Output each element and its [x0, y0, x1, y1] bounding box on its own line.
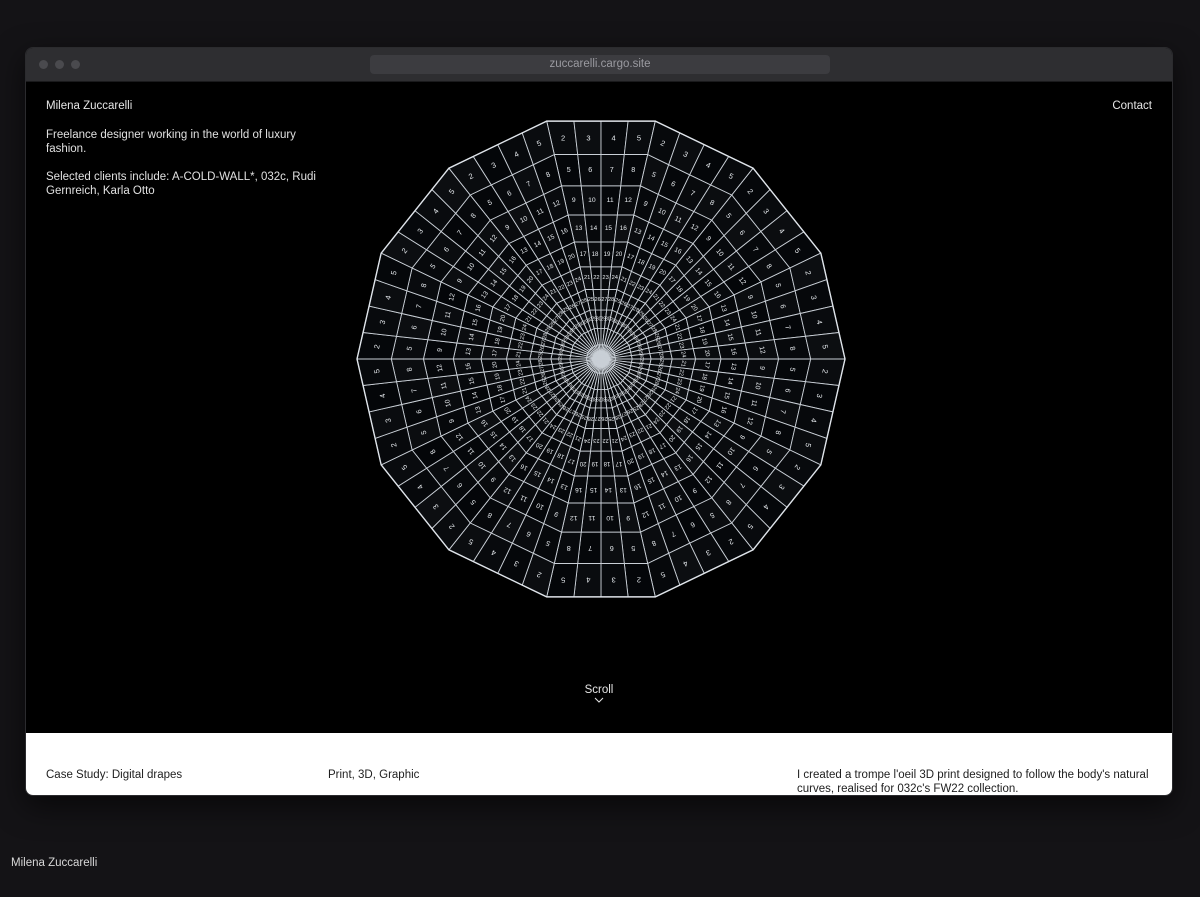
grid-cell-number: 19 — [604, 251, 611, 258]
grid-cell-number: 4 — [612, 133, 616, 142]
grid-cell-number: 18 — [592, 251, 599, 258]
maximize-window-icon[interactable] — [71, 60, 80, 69]
grid-cell-number: 21 — [612, 437, 618, 443]
grid-cell-number: 18 — [603, 460, 610, 467]
chevron-down-icon — [594, 697, 604, 703]
case-study-tags: Print, 3D, Graphic — [328, 769, 420, 781]
scroll-label: Scroll — [584, 684, 614, 696]
grid-cell-number: 16 — [620, 225, 628, 232]
scroll-hint[interactable]: Scroll — [26, 684, 1172, 704]
grid-cell-number: 16 — [575, 486, 583, 493]
grid-cell-number: 8 — [631, 166, 635, 174]
grid-cell-number: 24 — [612, 275, 619, 281]
grid-cell-number: 7 — [588, 544, 592, 552]
grid-cell-number: 19 — [591, 460, 598, 467]
footer-site-name: Milena Zuccarelli — [11, 857, 98, 869]
contact-link[interactable]: Contact — [1112, 100, 1152, 112]
grid-cell-number: 3 — [586, 133, 590, 142]
grid-cell-number: 25 — [608, 415, 614, 421]
browser-window: zuccarelli.cargo.site Milena Zuccarelli … — [25, 47, 1173, 796]
grid-cell-number: 2 — [561, 133, 565, 142]
grid-cell-number: 9 — [626, 514, 630, 521]
grid-cell-number: 23 — [602, 275, 608, 281]
grid-cell-number: 12 — [624, 197, 632, 204]
grid-cell-number: 27 — [595, 415, 601, 421]
grid-cell-number: 7 — [610, 166, 614, 174]
grid-cell-number: 6 — [610, 544, 614, 552]
grid-cell-number: 13 — [619, 486, 627, 493]
polygon-grid-artwork: 2 3 4 5234523452345234523452345234523452345… — [356, 120, 846, 598]
grid-cell-number: 27 — [601, 297, 607, 303]
grid-cell-number: 5 — [567, 166, 571, 174]
grid-cell-number: 12 — [570, 514, 578, 521]
grid-cell-number: 24 — [583, 437, 590, 443]
grid-cell-number: 14 — [590, 225, 598, 232]
grid-cell-number: 11 — [607, 197, 614, 204]
grid-cell-number: 11 — [588, 514, 595, 521]
grid-cell-number: 20 — [616, 251, 623, 258]
grid-cell-number: 26 — [601, 415, 607, 421]
grid-cell-number: 10 — [606, 514, 614, 521]
grid-cell-number: 2 — [637, 576, 641, 585]
grid-cell-number: 5 — [631, 544, 635, 552]
grid-cell-number: 26 — [595, 297, 601, 303]
grid-cell-number: 23 — [593, 437, 599, 443]
grid-cell-number: 5 — [561, 576, 565, 585]
site-name[interactable]: Milena Zuccarelli — [46, 100, 132, 112]
grid-cell-number: 10 — [588, 197, 596, 204]
grid-cell-number: 15 — [605, 225, 613, 232]
grid-cell-number: 21 — [584, 275, 590, 281]
case-study-description: I created a trompe l'oeil 3D print desig… — [797, 769, 1149, 795]
clients-text: Selected clients include: A-COLD-WALL*, … — [46, 171, 316, 197]
grid-cell-number: 15 — [590, 486, 598, 493]
grid-cell-number: 4 — [586, 576, 590, 585]
grid-cell-number: 20 — [579, 460, 586, 467]
grid-cell-number: 3 — [612, 576, 616, 585]
window-controls — [39, 60, 80, 69]
grid-cell-number: 22 — [593, 275, 599, 281]
page-viewport: Milena Zuccarelli Contact Freelance desi… — [26, 82, 1172, 733]
minimize-window-icon[interactable] — [55, 60, 64, 69]
browser-titlebar: zuccarelli.cargo.site — [26, 48, 1172, 82]
address-bar[interactable]: zuccarelli.cargo.site — [370, 55, 830, 74]
grid-cell-number: 13 — [575, 225, 583, 232]
grid-cell-number: 17 — [580, 251, 587, 258]
case-study-title[interactable]: Case Study: Digital drapes — [46, 768, 182, 782]
grid-cell-number: 22 — [602, 437, 608, 443]
intro-text: Freelance designer working in the world … — [46, 129, 296, 155]
case-study-bar[interactable]: Case Study: Digital drapes Print, 3D, Gr… — [26, 733, 1172, 795]
grid-cell-number: 9 — [572, 197, 576, 204]
grid-cell-number: 25 — [588, 297, 594, 303]
grid-cell-number: 14 — [604, 486, 612, 493]
grid-cell-number: 17 — [615, 460, 622, 467]
grid-cell-number: 6 — [588, 166, 592, 174]
grid-cell-number: 8 — [567, 544, 571, 552]
grid-cell-number: 5 — [637, 133, 641, 142]
close-window-icon[interactable] — [39, 60, 48, 69]
